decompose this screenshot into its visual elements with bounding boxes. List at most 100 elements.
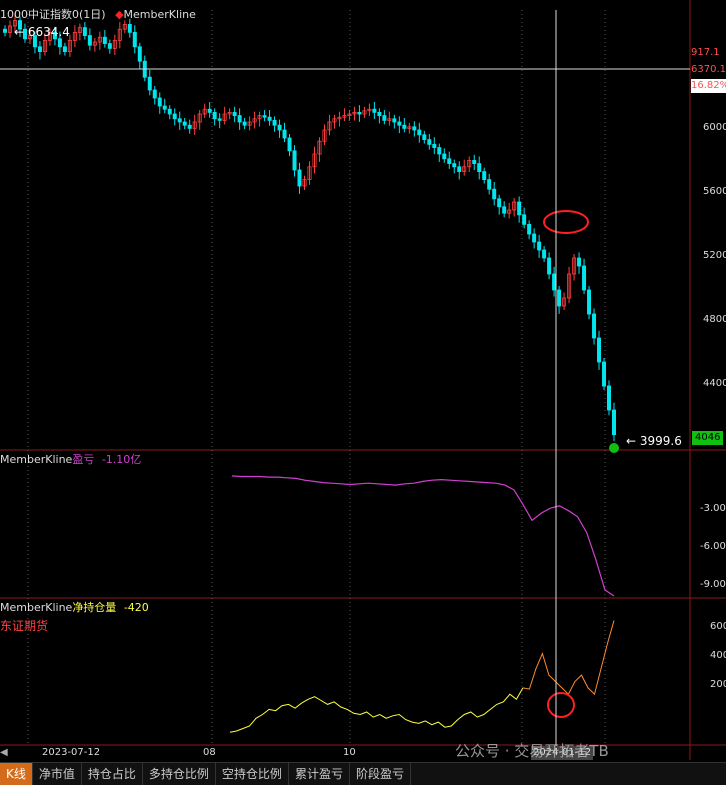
candle xyxy=(422,130,427,144)
candle xyxy=(297,162,302,194)
candle xyxy=(97,31,102,50)
high-price-value: 6634.4 xyxy=(27,25,70,39)
candle-body xyxy=(592,313,597,339)
candle-body xyxy=(147,76,152,91)
marker-icon: ◆ xyxy=(115,8,124,21)
candle xyxy=(122,20,127,34)
symbol-title: 1000中证指数0(1日) xyxy=(0,8,106,21)
candle-body xyxy=(547,257,552,275)
candle xyxy=(102,30,107,48)
panel3-value: -420 xyxy=(123,601,149,614)
candle xyxy=(392,114,397,129)
candle-body xyxy=(382,115,387,121)
candle xyxy=(237,108,242,130)
tab-net-value[interactable]: 净市值 xyxy=(33,763,82,785)
candle xyxy=(197,110,202,130)
candle-body xyxy=(527,223,532,235)
candle-body xyxy=(237,115,242,123)
candle-body xyxy=(217,118,222,121)
candle xyxy=(172,108,177,126)
candle xyxy=(382,110,387,125)
highlight-circle-net xyxy=(547,692,575,718)
candle xyxy=(547,252,552,280)
tab-kline[interactable]: K线 xyxy=(0,763,33,785)
candle xyxy=(202,103,207,118)
candle xyxy=(87,28,92,51)
tab-period-pnl[interactable]: 阶段盈亏 xyxy=(350,763,411,785)
candle-body xyxy=(297,169,302,187)
candle xyxy=(242,118,247,130)
candle xyxy=(397,116,402,134)
candle xyxy=(372,102,377,119)
candle xyxy=(387,111,392,126)
candle-body xyxy=(392,118,397,123)
candle xyxy=(217,113,222,129)
panel3-series: MemberKline xyxy=(0,601,73,614)
tab-position-share[interactable]: 持仓占比 xyxy=(82,763,143,785)
candle xyxy=(207,102,212,118)
candle xyxy=(342,108,347,122)
candle-body xyxy=(87,35,92,46)
candle-body xyxy=(102,36,107,45)
scroll-left-icon[interactable]: ◀ xyxy=(0,746,8,760)
candle-body xyxy=(57,38,62,48)
candle xyxy=(277,119,282,138)
candle xyxy=(447,151,452,169)
candle-body xyxy=(397,121,402,126)
candle-body xyxy=(522,214,527,225)
xtick-2: 08 xyxy=(203,747,216,758)
candle xyxy=(492,182,497,206)
candle xyxy=(517,196,522,223)
candle xyxy=(267,110,272,126)
highlight-circle-price xyxy=(543,210,589,234)
candle-body xyxy=(582,265,587,291)
candle xyxy=(287,134,292,157)
ytick-5600: 5600 xyxy=(703,186,726,197)
panel2-header: MemberKline盈亏 -1.10亿 xyxy=(0,453,141,467)
candle-body xyxy=(417,129,422,136)
candle-body xyxy=(482,171,487,181)
candle-body xyxy=(182,121,187,126)
candle-body xyxy=(107,43,112,49)
candle-body xyxy=(132,32,137,48)
candle xyxy=(3,25,8,37)
tab-long-ratio[interactable]: 多持仓比例 xyxy=(143,763,216,785)
candle xyxy=(582,258,587,294)
net-ytick-1: 600 xyxy=(710,621,726,632)
member-name: 东证期货 xyxy=(0,619,49,633)
candle xyxy=(442,148,447,163)
candle xyxy=(157,92,162,114)
candle xyxy=(327,114,332,136)
last-price-dot xyxy=(609,443,619,453)
panel3-header: MemberKline净持仓量 -420 xyxy=(0,601,149,615)
candle xyxy=(597,330,602,370)
ytick-6000: 6000 xyxy=(703,122,726,133)
candle-body xyxy=(487,179,492,190)
candle xyxy=(357,105,362,122)
candle xyxy=(542,246,547,262)
candle-body xyxy=(152,89,157,99)
tab-short-ratio[interactable]: 空持仓比例 xyxy=(216,763,289,785)
candle xyxy=(72,25,77,47)
candle xyxy=(567,266,572,304)
candle xyxy=(247,116,252,131)
candle xyxy=(562,292,567,310)
candle-body xyxy=(492,188,497,200)
candle-body xyxy=(287,137,292,152)
candle xyxy=(412,121,417,137)
candle xyxy=(467,156,472,173)
candle-body xyxy=(502,206,507,214)
panel1-header: 1000中证指数0(1日) ◆MemberKline xyxy=(0,8,196,22)
candle-body xyxy=(447,158,452,165)
candle-body xyxy=(427,139,432,145)
candle-body xyxy=(517,201,522,216)
tab-cumulative-pnl[interactable]: 累计盈亏 xyxy=(289,763,350,785)
panel2-value: -1.10亿 xyxy=(101,453,142,466)
candle-body xyxy=(452,163,457,168)
pnl-line xyxy=(231,475,615,597)
candle-body xyxy=(587,289,592,315)
candle-body xyxy=(432,143,437,148)
candle xyxy=(147,70,152,96)
net-ytick-2: 400 xyxy=(710,650,726,661)
panel3-name: 净持仓量 xyxy=(72,601,117,614)
